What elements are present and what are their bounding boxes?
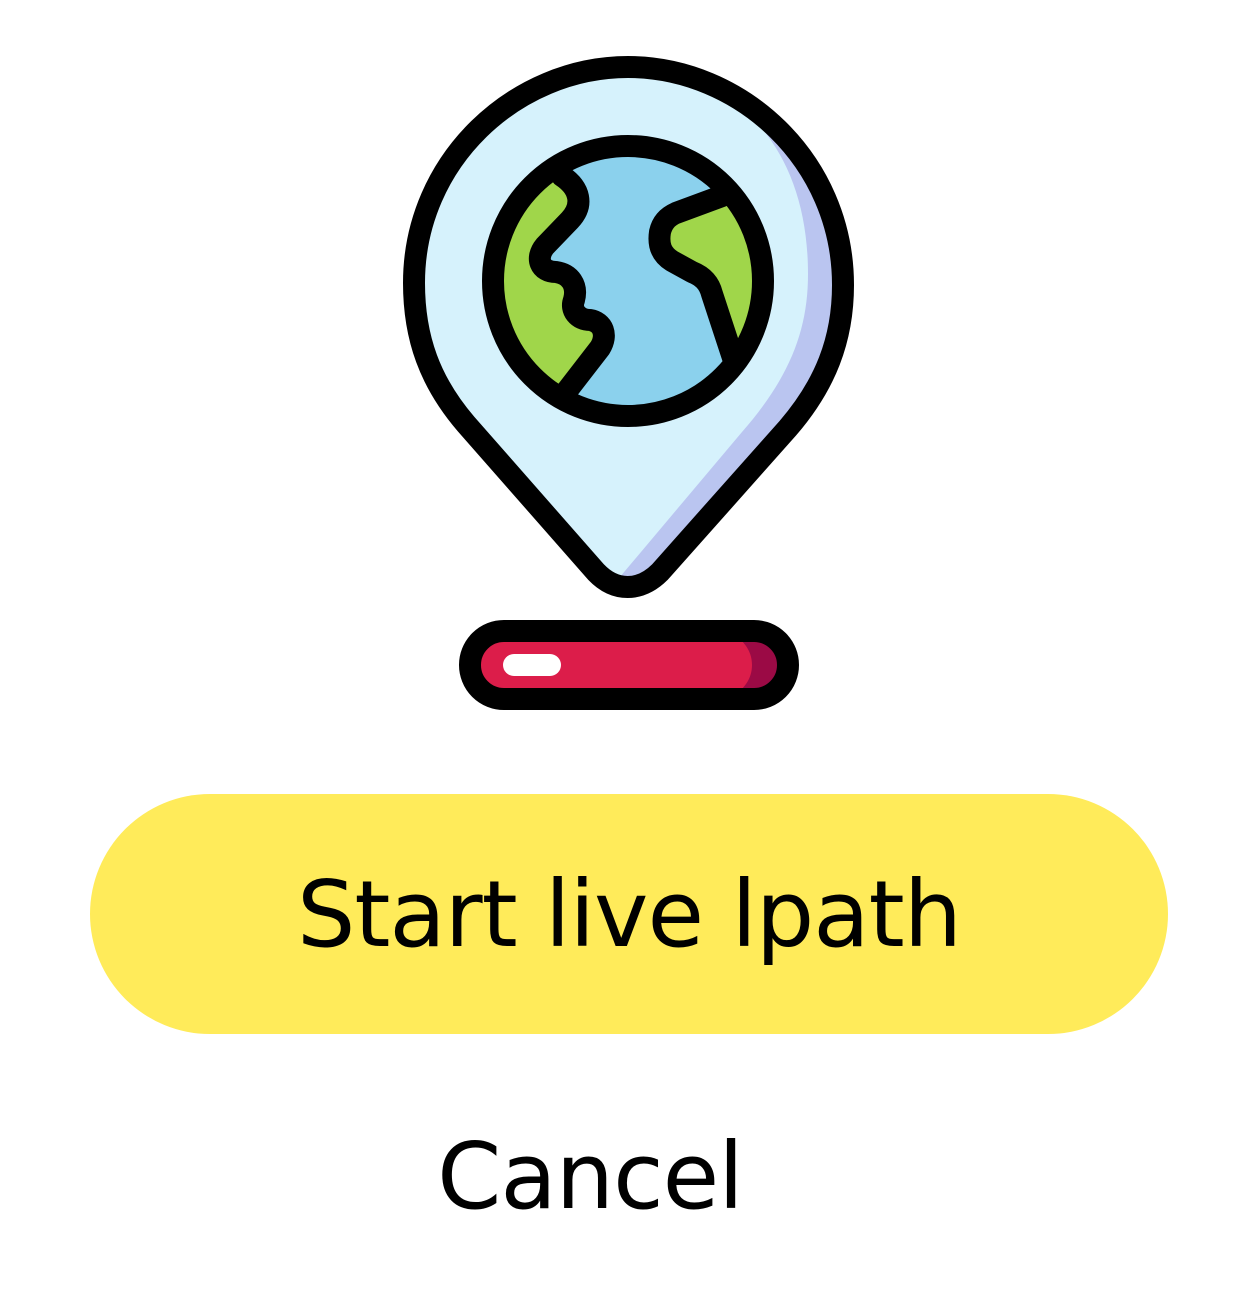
globe-icon — [482, 135, 774, 427]
cancel-button[interactable]: Cancel — [0, 1112, 1180, 1242]
start-live-path-button[interactable]: Start live lpath — [90, 794, 1168, 1034]
progress-base-icon — [459, 620, 799, 710]
globe-location-pin-icon — [403, 56, 854, 710]
cancel-label: Cancel — [437, 1123, 744, 1230]
location-illustration — [0, 0, 1253, 760]
start-live-path-label: Start live lpath — [296, 860, 962, 968]
